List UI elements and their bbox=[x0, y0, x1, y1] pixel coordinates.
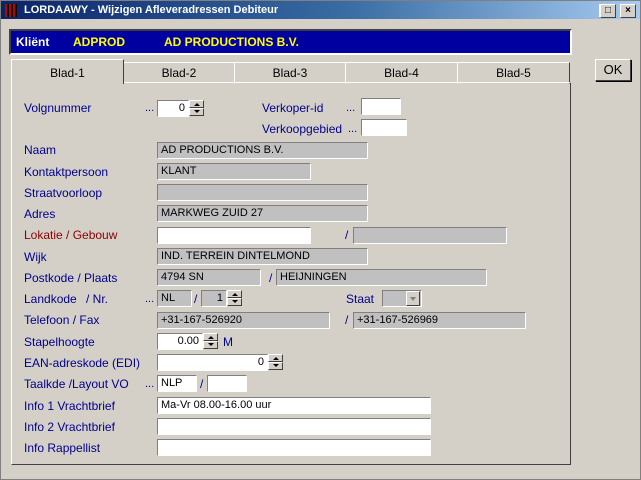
kontaktpersoon-field[interactable]: KLANT bbox=[157, 163, 311, 180]
ean-spinner[interactable] bbox=[268, 354, 283, 371]
tab-blad-5[interactable]: Blad-5 bbox=[457, 62, 570, 84]
tab-blad-4[interactable]: Blad-4 bbox=[345, 62, 458, 84]
close-button[interactable]: × bbox=[620, 4, 636, 18]
staat-label: Staat bbox=[346, 292, 375, 306]
kontaktpersoon-label: Kontaktpersoon bbox=[24, 165, 109, 179]
title-bar[interactable]: LORDAAWY - Wijzigen Afleveradressen Debi… bbox=[1, 1, 640, 19]
ok-button[interactable]: OK bbox=[595, 59, 631, 81]
volgnummer-field[interactable]: 0 bbox=[157, 100, 189, 117]
landkode-dots[interactable]: ... bbox=[145, 293, 154, 305]
client-bar: Kliënt ADPROD AD PRODUCTIONS B.V. bbox=[9, 29, 572, 55]
landkode-nr-label: / Nr. bbox=[86, 292, 109, 306]
info-rappellist-field[interactable] bbox=[157, 439, 431, 456]
landkode-nr-spinner[interactable] bbox=[227, 290, 242, 307]
lokatie-slash: / bbox=[345, 228, 349, 242]
naam-field[interactable]: AD PRODUCTIONS B.V. bbox=[157, 142, 368, 159]
app-icon bbox=[5, 4, 17, 17]
layout-vo-field[interactable] bbox=[207, 375, 247, 392]
info2-label: Info 2 Vrachtbrief bbox=[24, 420, 115, 434]
verkoper-id-dots[interactable]: ... bbox=[346, 102, 355, 114]
wijk-field[interactable]: IND. TERREIN DINTELMOND bbox=[157, 248, 368, 265]
taalkde-label: Taalkde /Layout VO bbox=[24, 377, 129, 391]
gebouw-field[interactable] bbox=[353, 227, 507, 244]
adres-label: Adres bbox=[24, 207, 56, 221]
volgnummer-dots[interactable]: ... bbox=[145, 102, 154, 114]
wijk-label: Wijk bbox=[24, 250, 47, 264]
stapelhoogte-spinner[interactable] bbox=[203, 333, 218, 350]
staat-dropdown-icon[interactable] bbox=[406, 291, 420, 306]
naam-label: Naam bbox=[24, 143, 57, 157]
taalkde-field[interactable]: NLP bbox=[157, 375, 197, 392]
info-rappellist-label: Info Rappellist bbox=[24, 441, 101, 455]
landkode-slash: / bbox=[194, 292, 198, 306]
ean-label: EAN-adreskode (EDI) bbox=[24, 356, 141, 370]
telefoon-field[interactable]: +31-167-526920 bbox=[157, 312, 330, 329]
stapelhoogte-field[interactable]: 0.00 bbox=[157, 333, 203, 350]
info1-label: Info 1 Vrachtbrief bbox=[24, 399, 115, 413]
postkode-label: Postkode / Plaats bbox=[24, 271, 118, 285]
plaats-field[interactable]: HEIJNINGEN bbox=[276, 269, 487, 286]
telefoon-slash: / bbox=[345, 313, 349, 327]
client-name: AD PRODUCTIONS B.V. bbox=[164, 35, 299, 49]
straatvoorloop-field[interactable] bbox=[157, 184, 368, 201]
postkode-slash: / bbox=[269, 271, 273, 285]
straatvoorloop-label: Straatvoorloop bbox=[24, 186, 103, 200]
taalkde-dots[interactable]: ... bbox=[145, 378, 154, 390]
verkoper-id-field[interactable] bbox=[361, 98, 401, 115]
tab-blad-1[interactable]: Blad-1 bbox=[11, 59, 124, 84]
stapelhoogte-unit: M bbox=[223, 335, 233, 349]
client-label: Kliënt bbox=[16, 35, 50, 49]
verkoopgebied-label: Verkoopgebied bbox=[262, 122, 343, 136]
maximize-button[interactable]: □ bbox=[600, 4, 616, 18]
window-title: LORDAAWY - Wijzigen Afleveradressen Debi… bbox=[24, 4, 279, 16]
info2-field[interactable] bbox=[157, 418, 431, 435]
ean-field[interactable]: 0 bbox=[157, 354, 268, 371]
client-code: ADPROD bbox=[73, 35, 126, 49]
tab-blad-2[interactable]: Blad-2 bbox=[123, 62, 235, 84]
verkoopgebied-field[interactable] bbox=[361, 119, 407, 136]
postkode-field[interactable]: 4794 SN bbox=[157, 269, 261, 286]
landkode-nr-field[interactable]: 1 bbox=[201, 290, 227, 307]
verkoopgebied-dots[interactable]: ... bbox=[348, 123, 357, 135]
taalkde-slash: / bbox=[200, 377, 204, 391]
adres-field[interactable]: MARKWEG ZUID 27 bbox=[157, 205, 368, 222]
tab-blad-3[interactable]: Blad-3 bbox=[234, 62, 346, 84]
landkode-label: Landkode bbox=[24, 292, 77, 306]
landkode-field[interactable]: NL bbox=[157, 290, 192, 307]
fax-field[interactable]: +31-167-526969 bbox=[353, 312, 526, 329]
telefoon-label: Telefoon / Fax bbox=[24, 313, 100, 327]
info1-field[interactable]: Ma-Vr 08.00-16.00 uur bbox=[157, 397, 431, 414]
volgnummer-label: Volgnummer bbox=[24, 101, 92, 115]
lokatie-label: Lokatie / Gebouw bbox=[24, 228, 118, 242]
verkoper-id-label: Verkoper-id bbox=[262, 101, 324, 115]
lokatie-field[interactable] bbox=[157, 227, 311, 244]
stapelhoogte-label: Stapelhoogte bbox=[24, 335, 95, 349]
volgnummer-spinner[interactable] bbox=[189, 100, 204, 117]
